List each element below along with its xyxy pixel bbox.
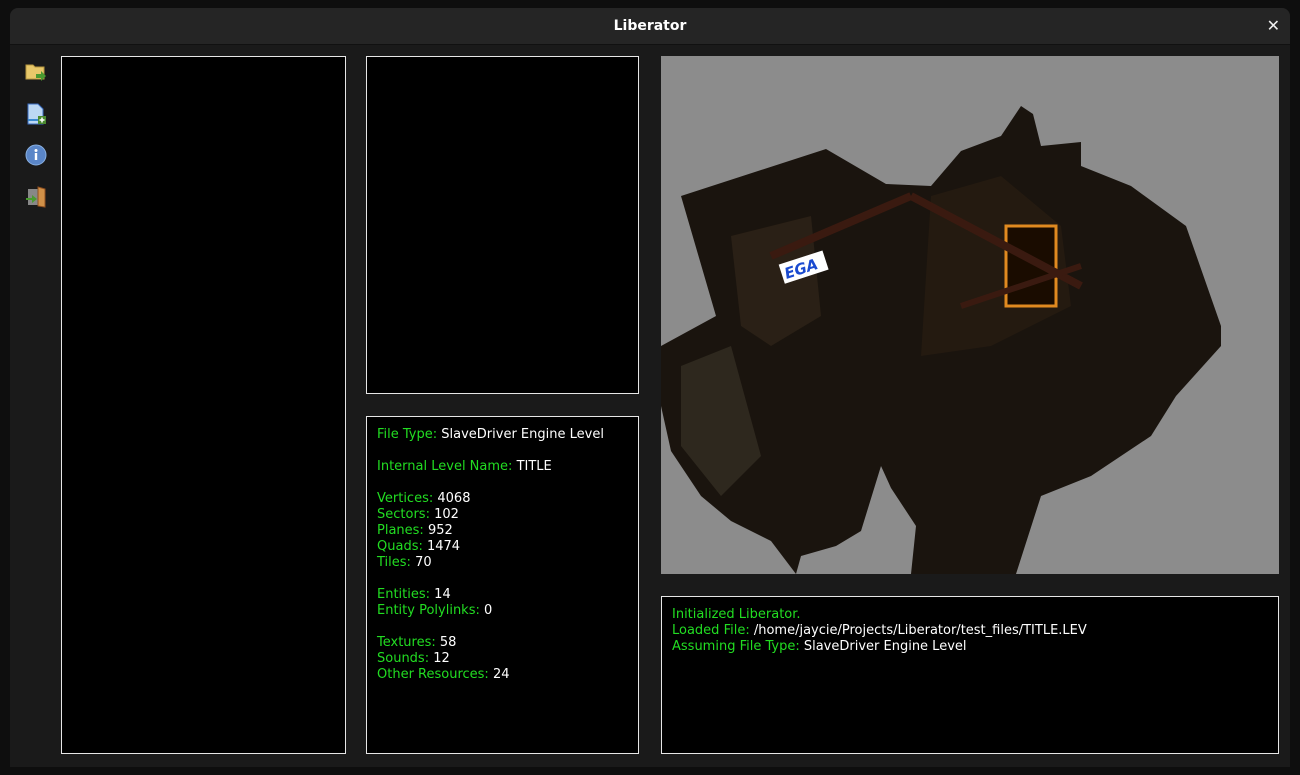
info-tiles: Tiles: 70: [377, 555, 432, 570]
info-file-type: File Type: SlaveDriver Engine Level: [377, 427, 604, 442]
exit-door-icon[interactable]: [24, 185, 48, 209]
info-polylinks: Entity Polylinks: 0: [377, 603, 493, 618]
log-line: Loaded File: /home/jaycie/Projects/Liber…: [672, 623, 1087, 638]
info-level-name: Internal Level Name: TITLE: [377, 459, 552, 474]
title-bar: Liberator ✕: [10, 8, 1290, 45]
log-line: Assuming File Type: SlaveDriver Engine L…: [672, 639, 967, 654]
info-other: Other Resources: 24: [377, 667, 510, 682]
main-window: Liberator ✕ File Type: SlaveDriver Engin…: [10, 8, 1290, 767]
3d-viewport[interactable]: EGA: [661, 56, 1279, 574]
resource-list-panel[interactable]: [61, 56, 346, 754]
log-panel: Initialized Liberator. Loaded File: /home…: [661, 596, 1279, 754]
info-sounds: Sounds: 12: [377, 651, 450, 666]
new-document-icon[interactable]: [24, 102, 48, 126]
info-vertices: Vertices: 4068: [377, 491, 471, 506]
info-planes: Planes: 952: [377, 523, 453, 538]
info-entities: Entities: 14: [377, 587, 451, 602]
info-icon[interactable]: [24, 143, 48, 167]
folder-open-icon[interactable]: [24, 60, 48, 84]
window-title: Liberator: [613, 18, 687, 34]
file-info-panel: File Type: SlaveDriver Engine Level Inter…: [366, 416, 639, 754]
info-textures: Textures: 58: [377, 635, 457, 650]
info-sectors: Sectors: 102: [377, 507, 459, 522]
info-quads: Quads: 1474: [377, 539, 461, 554]
preview-panel: [366, 56, 639, 394]
log-line: Initialized Liberator.: [672, 607, 801, 622]
close-icon[interactable]: ✕: [1267, 8, 1280, 44]
